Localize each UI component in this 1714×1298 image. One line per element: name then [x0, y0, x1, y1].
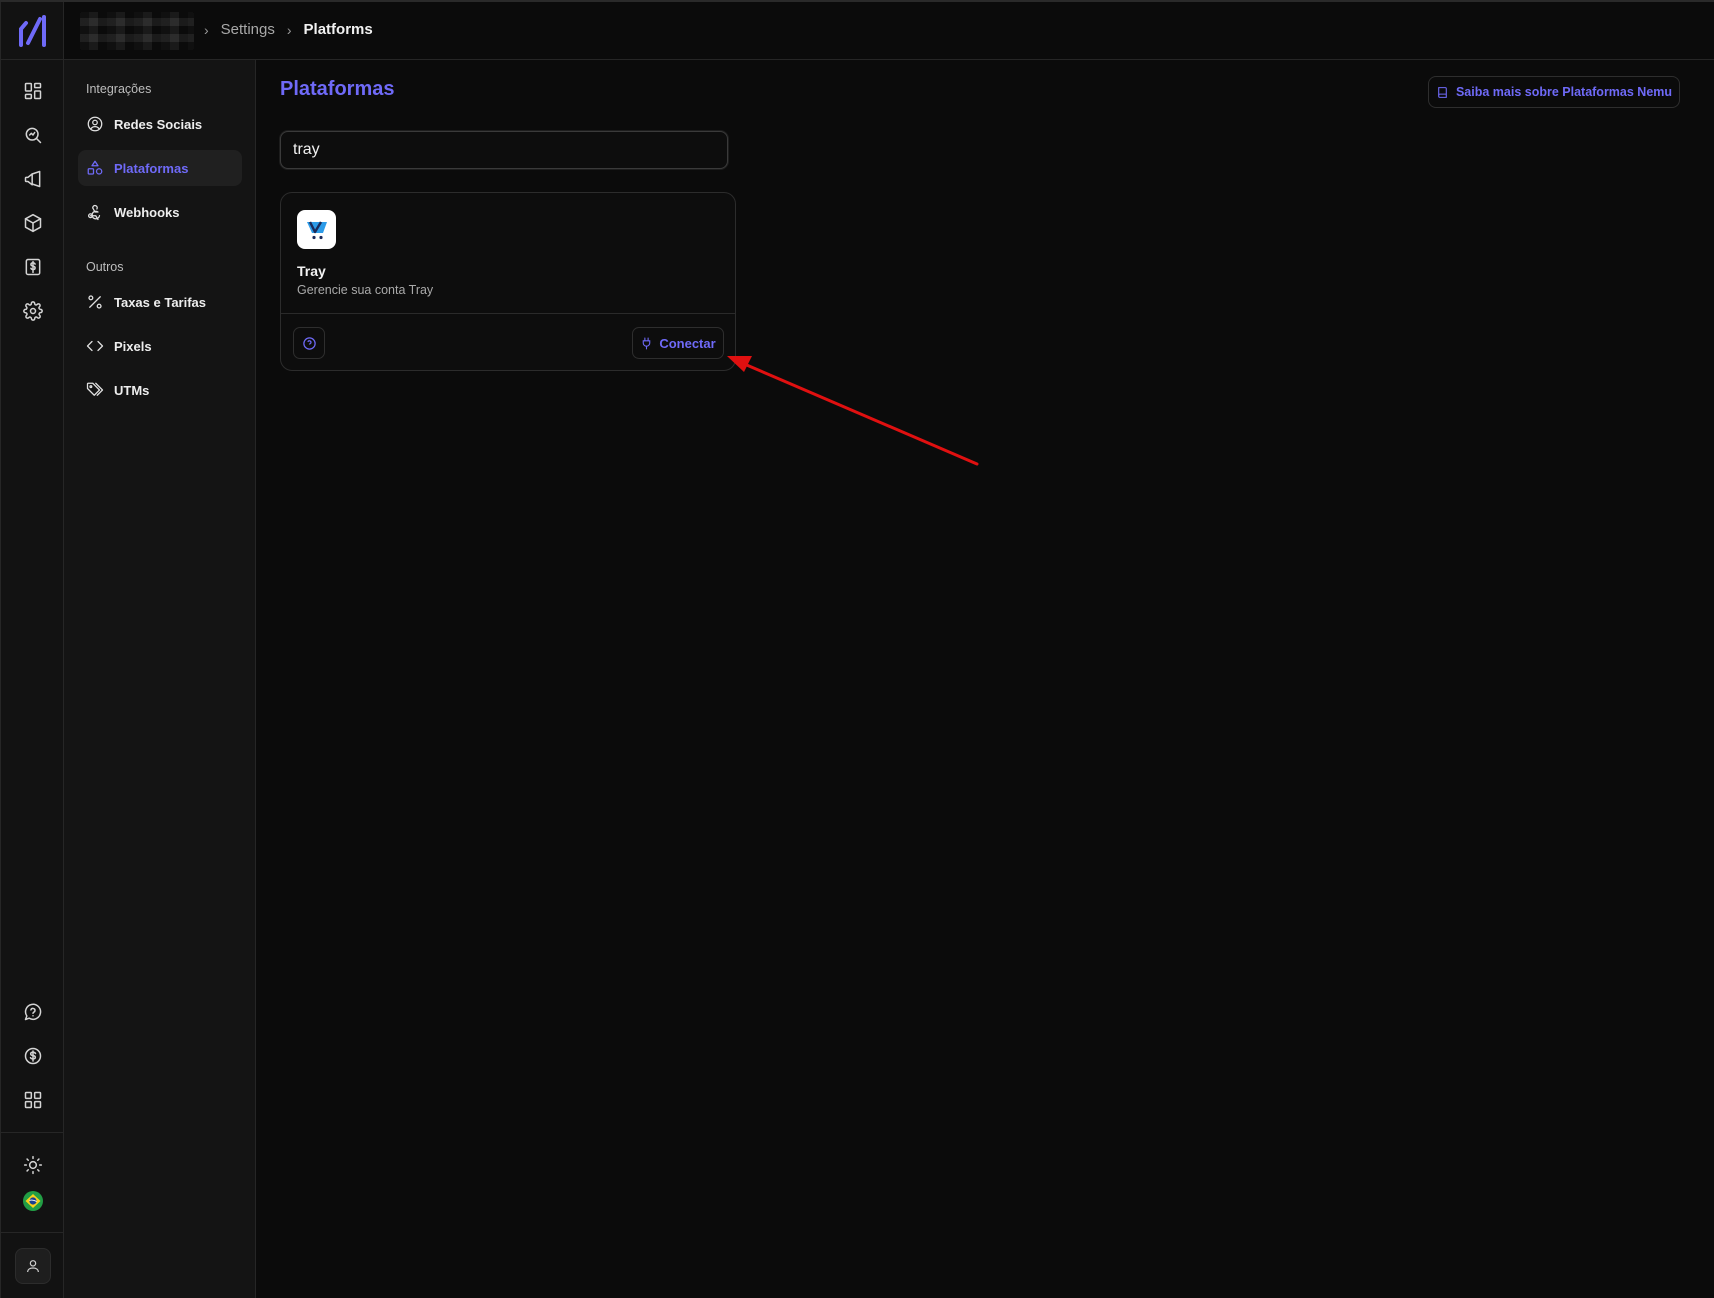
sidebar-item-pixels[interactable]: Pixels	[78, 328, 242, 364]
megaphone-icon	[24, 170, 41, 188]
sidebar-item-webhooks[interactable]: Webhooks	[78, 194, 242, 230]
nav-finance[interactable]	[15, 249, 51, 285]
tray-logo	[297, 210, 336, 249]
shapes-icon	[87, 160, 103, 175]
nav-products[interactable]	[15, 205, 51, 241]
connect-label: Conectar	[659, 335, 716, 351]
breadcrumb-settings[interactable]: Settings	[221, 21, 275, 38]
invoice-dollar-icon	[25, 258, 41, 276]
app-window: › Settings › Platforms Integrações Redes…	[0, 0, 1714, 1298]
annotation-arrow	[727, 356, 979, 466]
page-title: Plataformas	[280, 78, 395, 100]
sidebar-item-label: Taxas e Tarifas	[114, 294, 207, 310]
plug-icon	[643, 337, 651, 349]
sidebar-item-label: Webhooks	[114, 204, 180, 220]
help-button[interactable]	[293, 327, 325, 359]
nav-support[interactable]	[15, 994, 51, 1030]
tray-logo-icon	[306, 220, 327, 239]
sidebar-item-taxas-tarifas[interactable]: Taxas e Tarifas	[78, 284, 242, 320]
search-analytics-icon	[25, 127, 42, 144]
percent-icon	[88, 295, 102, 309]
section-heading-integrations: Integrações	[86, 82, 152, 96]
theme-toggle[interactable]	[15, 1147, 51, 1183]
nav-analytics[interactable]	[15, 117, 51, 153]
platform-card-tray: Tray Gerencie sua conta Tray Conectar	[280, 192, 736, 371]
settings-icon	[23, 301, 43, 321]
sidebar-item-label: Pixels	[114, 338, 152, 354]
arrow-shaft	[740, 361, 979, 466]
help-circle-icon	[302, 336, 316, 350]
breadcrumb: › Settings › Platforms	[204, 21, 373, 38]
learn-more-button[interactable]: Saiba mais sobre Plataformas Nemu	[1428, 76, 1680, 108]
package-icon	[24, 213, 42, 233]
nav-billing[interactable]	[15, 1038, 51, 1074]
card-divider	[281, 313, 735, 314]
sidebar-item-label: Redes Sociais	[114, 116, 203, 132]
sidebar-item-plataformas[interactable]: Plataformas	[78, 150, 242, 186]
nav-dashboard[interactable]	[15, 73, 51, 109]
user-menu[interactable]	[15, 1248, 51, 1284]
user-icon	[27, 1260, 39, 1273]
chevron-right-icon: ›	[204, 21, 209, 38]
billing-dollar-icon	[24, 1047, 42, 1065]
webhook-icon	[87, 204, 101, 221]
connect-button[interactable]: Conectar	[632, 327, 724, 359]
nav-settings[interactable]	[15, 293, 51, 329]
brazil-flag-icon	[23, 1191, 43, 1211]
nav-campaigns[interactable]	[15, 161, 51, 197]
workspace-selector[interactable]	[80, 12, 194, 50]
breadcrumb-platforms: Platforms	[303, 21, 373, 38]
top-bar: › Settings › Platforms	[64, 2, 1714, 60]
code-icon	[86, 340, 104, 352]
app-logo[interactable]	[1, 2, 65, 60]
book-icon	[1438, 86, 1447, 98]
chevron-right-icon: ›	[286, 21, 292, 38]
sidebar-item-label: UTMs	[114, 382, 150, 398]
rail-divider	[1, 1132, 65, 1133]
sidebar-item-redes-sociais[interactable]: Redes Sociais	[78, 106, 242, 142]
logo-icon	[19, 14, 46, 47]
platform-name: Tray	[297, 263, 326, 279]
language-selector[interactable]	[15, 1183, 51, 1219]
learn-more-label: Saiba mais sobre Plataformas Nemu	[1455, 85, 1673, 99]
apps-grid-icon	[24, 1091, 42, 1109]
sidebar-item-label: Plataformas	[114, 160, 189, 176]
support-chat-icon	[24, 1003, 42, 1021]
settings-sidebar: Integrações Redes Sociais Plataformas We…	[64, 60, 256, 1298]
dashboard-icon	[24, 82, 42, 100]
sidebar-item-utms[interactable]: UTMs	[78, 372, 242, 408]
section-heading-outros: Outros	[86, 260, 124, 274]
user-circle-icon	[87, 116, 103, 132]
rail-divider	[1, 1232, 65, 1233]
platform-search-input[interactable]	[280, 131, 728, 169]
icon-rail	[0, 2, 65, 1298]
theme-sun-icon	[23, 1155, 43, 1175]
tags-icon	[86, 382, 104, 396]
platform-description: Gerencie sua conta Tray	[297, 283, 434, 297]
nav-apps[interactable]	[15, 1082, 51, 1118]
